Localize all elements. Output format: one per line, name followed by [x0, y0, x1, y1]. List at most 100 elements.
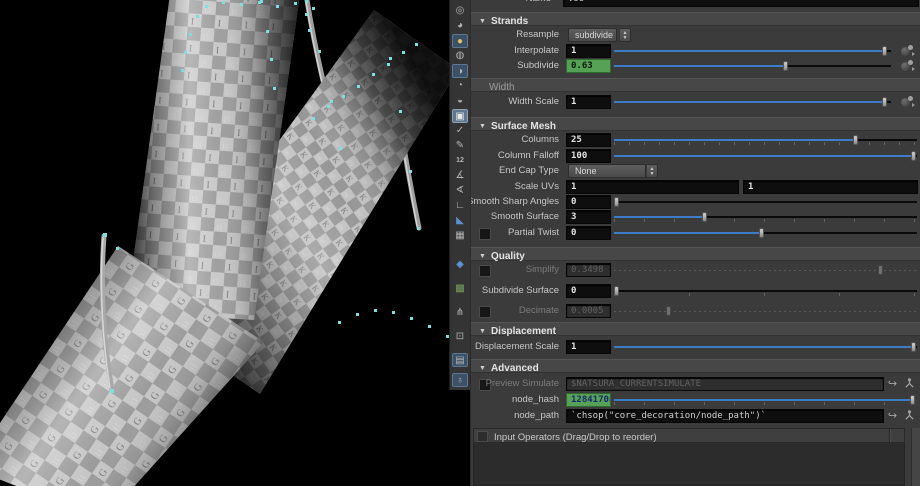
collapse-arrow-icon: ▼ — [479, 18, 486, 25]
skeleton-joints-icon[interactable]: ⋔ — [452, 306, 468, 320]
revert-arrow-icon[interactable]: ↪ — [886, 377, 899, 391]
section-title: Displacement — [491, 326, 556, 337]
param-row-decimate: Decimate 0.0005 — [471, 304, 920, 318]
columns-slider[interactable] — [614, 133, 917, 147]
param-row-resample: Resample subdivide ▲▼ — [471, 28, 920, 42]
smooth-surface-field[interactable]: 3 — [566, 210, 611, 224]
smooth-surface-slider[interactable] — [614, 210, 917, 224]
section-quality[interactable]: ▼ Quality — [471, 247, 920, 261]
shading-mode-icon[interactable]: ◎ — [452, 4, 468, 18]
displacement-scale-field[interactable]: 1 — [566, 340, 611, 354]
section-surface-mesh[interactable]: ▼Surface Mesh — [471, 117, 920, 131]
width-scale-slider[interactable] — [614, 95, 891, 109]
width-scale-label: Width Scale — [470, 95, 559, 109]
material-sphere-a-icon[interactable]: ◔ — [452, 79, 468, 93]
param-menu-icon[interactable] — [901, 60, 915, 72]
name-label: Name — [470, 0, 551, 6]
section-title: Strands — [491, 16, 528, 27]
safe-area-icon[interactable]: ⊡ — [452, 330, 468, 344]
vertex-markers-icon[interactable]: ✓ — [452, 124, 468, 138]
input-operators-scrollbar[interactable] — [911, 428, 920, 486]
collapse-arrow-icon: ▼ — [479, 253, 486, 260]
resample-dropdown[interactable]: subdivide ▲▼ — [568, 28, 631, 42]
node-path-field[interactable]: `chsop("core_decoration/node_path")` — [566, 409, 884, 423]
interpolate-slider[interactable] — [614, 44, 891, 58]
uv-checker-icon[interactable]: ▦ — [452, 229, 468, 243]
decimate-field: 0.0005 — [566, 304, 611, 318]
subdivide-surface-label: Subdivide Surface — [470, 284, 559, 298]
section-displacement[interactable]: ▼ Displacement — [471, 322, 920, 336]
column-falloff-field[interactable]: 100 — [566, 149, 611, 163]
view-gizmo-icon[interactable]: ◆ — [452, 258, 468, 272]
input-operators-list[interactable] — [473, 443, 905, 486]
collapse-arrow-icon: ▼ — [479, 328, 486, 335]
param-row-node-hash: node_hash 1284170889 — [471, 393, 920, 407]
revert-arrow-icon[interactable]: ↪ — [886, 409, 899, 423]
param-menu-icon[interactable] — [901, 96, 915, 108]
partial-twist-slider[interactable] — [614, 226, 917, 240]
end-cap-type-label: End Cap Type — [470, 164, 559, 178]
group-box-icon[interactable]: ▩ — [452, 282, 468, 296]
section-strands[interactable]: ▼ Strands — [471, 12, 920, 26]
input-operators-header[interactable]: Input Operators (Drag/Drop to reorder) — [473, 428, 905, 443]
displacement-scale-label: Displacement Scale — [470, 340, 559, 354]
point-numbers-icon[interactable]: 12 — [452, 154, 468, 168]
viewport-3d[interactable]: G 11 I 15 K 09 — [0, 0, 470, 486]
decimate-slider — [614, 304, 917, 318]
lights-normal-icon[interactable]: ● — [452, 34, 468, 48]
column-falloff-slider[interactable] — [614, 149, 917, 163]
display-materials-icon[interactable]: ◑ — [452, 64, 468, 78]
node-hash-slider[interactable] — [614, 393, 914, 407]
shaded-sphere-icon[interactable]: ◕ — [452, 19, 468, 33]
scale-uvs-u-field[interactable]: 1 — [566, 180, 739, 194]
node-hash-label: node_hash — [470, 393, 559, 407]
decimate-label: Decimate — [470, 304, 559, 318]
cone-axis-icon[interactable]: ◣ — [452, 214, 468, 228]
view-pin-icon[interactable]: ♁ — [452, 373, 468, 387]
param-row-preview-simulate: Preview Simulate $NATSURA_CURRENTSIMULAT… — [471, 377, 920, 391]
reorder-handle-icon — [477, 431, 488, 442]
grid-ruler-icon[interactable]: ∟ — [452, 199, 468, 213]
param-menu-icon[interactable] — [901, 45, 915, 57]
simplify-slider — [614, 263, 917, 277]
section-advanced[interactable]: ▼Advanced — [471, 359, 920, 373]
param-row-simplify: Simplify 0.3498 — [471, 263, 920, 277]
scale-uvs-v-field[interactable]: 1 — [743, 180, 918, 194]
draw-pen-icon[interactable]: ✎ — [452, 139, 468, 153]
jump-to-node-icon[interactable] — [903, 409, 916, 423]
section-title: Quality — [491, 251, 525, 262]
resample-label: Resample — [470, 28, 559, 42]
displacement-scale-slider[interactable] — [614, 340, 917, 354]
node-hash-field[interactable]: 1284170889 — [566, 393, 611, 407]
spinner-arrows-icon[interactable]: ▲▼ — [646, 164, 658, 178]
lights-headlight-icon[interactable]: ◍ — [452, 49, 468, 63]
columns-field[interactable]: 25 — [566, 133, 611, 147]
param-row-column-falloff: Column Falloff 100 — [471, 149, 920, 163]
point-markers-icon[interactable]: ▣ — [452, 109, 468, 123]
smooth-sharp-angles-slider[interactable] — [614, 195, 917, 209]
vertex-normals-icon[interactable]: ∢ — [452, 184, 468, 198]
preview-simulate-label: Preview Simulate — [470, 377, 559, 391]
partial-twist-field[interactable]: 0 — [566, 226, 611, 240]
collapse-arrow-icon: ▼ — [479, 365, 486, 372]
name-field[interactable]: vss — [563, 0, 919, 7]
subdivide-slider[interactable] — [614, 59, 891, 73]
subdivide-label: Subdivide — [470, 59, 559, 73]
material-sphere-b-icon[interactable]: ◒ — [452, 94, 468, 108]
simplify-label: Simplify — [470, 263, 559, 277]
primitive-normals-icon[interactable]: ∡ — [452, 169, 468, 183]
jump-to-node-icon[interactable] — [903, 377, 916, 391]
interpolate-field[interactable]: 1 — [566, 44, 611, 58]
snapshot-icon[interactable]: ▤ — [452, 353, 468, 367]
interpolate-label: Interpolate — [470, 44, 559, 58]
param-row-scale-uvs: Scale UVs 1 1 — [471, 180, 920, 194]
width-scale-field[interactable]: 1 — [566, 95, 611, 109]
smooth-sharp-angles-field[interactable]: 0 — [566, 195, 611, 209]
end-cap-type-dropdown[interactable]: None ▲▼ — [568, 164, 658, 178]
param-row-name: Name vss — [471, 0, 920, 7]
subdivide-surface-field[interactable]: 0 — [566, 284, 611, 298]
subdivide-field[interactable]: 0.63 — [566, 59, 611, 73]
subdivide-surface-slider[interactable] — [614, 284, 917, 298]
spinner-arrows-icon[interactable]: ▲▼ — [619, 28, 631, 42]
section-title: Width — [489, 82, 515, 93]
